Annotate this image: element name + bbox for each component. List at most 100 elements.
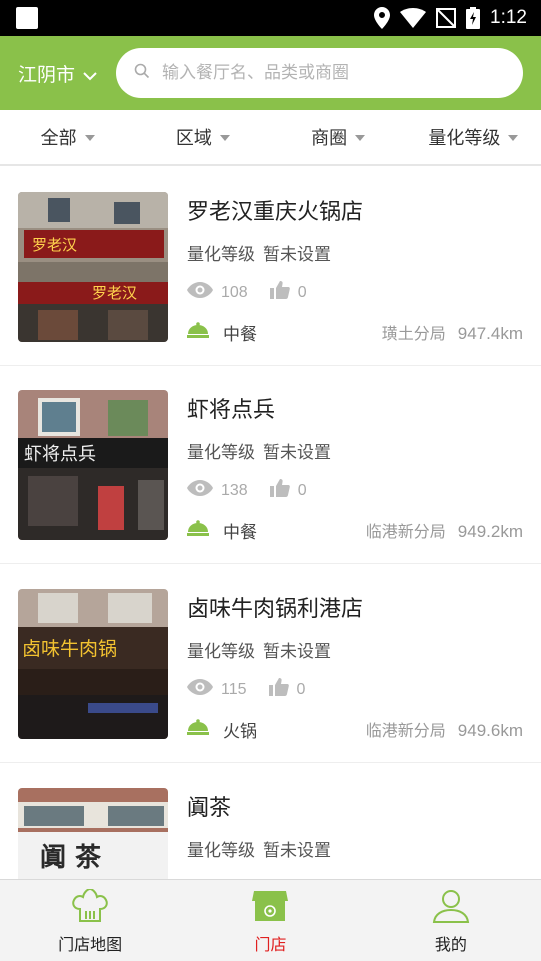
no-signal-icon (436, 8, 457, 28)
dropdown-triangle-icon (355, 135, 366, 141)
grade-value: 暂未设置 (263, 642, 331, 662)
store-grade: 量化等级 暂未设置 (187, 438, 339, 463)
store-location: 璜土分局 947.4km (382, 320, 523, 344)
tab-label: 门店地图 (58, 935, 123, 954)
store-grade: 量化等级 暂未设置 (187, 836, 339, 861)
category-label: 中餐 (223, 523, 257, 543)
city-selector[interactable]: 江阴市 (18, 60, 97, 87)
store-name: 阗茶 (187, 796, 232, 821)
filter-label: 商圈 (311, 128, 348, 149)
store-name: 卤味牛肉锅利港店 (187, 597, 364, 622)
store-stats: 115 0 (187, 678, 327, 701)
store-category: 火锅 (187, 717, 257, 742)
tab-label: 我的 (434, 935, 467, 954)
store-sign-text: 虾将点兵 (24, 444, 96, 465)
category-label: 火锅 (223, 722, 257, 742)
tab-store-map[interactable]: 门店地图 (0, 880, 180, 961)
chevron-down-icon (83, 64, 97, 86)
filter-label: 量化等级 (428, 128, 501, 149)
cloche-icon (187, 520, 209, 541)
bureau-label: 临港新分局 (365, 721, 446, 740)
thumbs-up-icon (268, 678, 289, 701)
cloche-icon (187, 322, 209, 343)
like-count: 0 (297, 481, 307, 499)
grade-value: 暂未设置 (263, 841, 331, 861)
search-icon (134, 63, 150, 83)
store-photo: 罗老汉 罗老汉 (18, 192, 168, 342)
status-bar: 1:12 (0, 0, 541, 36)
store-category: 中餐 (187, 320, 257, 345)
grade-label: 量化等级 (187, 443, 255, 463)
dropdown-triangle-icon (219, 135, 230, 141)
store-sign-text: 罗老汉 (92, 284, 137, 302)
notification-icon (16, 7, 38, 29)
eye-icon (187, 679, 213, 700)
distance-label: 949.2km (457, 522, 523, 541)
store-photo: 虾将点兵 (18, 390, 168, 540)
store-location: 临港新分局 949.6km (366, 717, 523, 741)
store-photo: 阗 茶 (18, 788, 168, 879)
grade-label: 量化等级 (187, 841, 255, 861)
bottom-tab-bar: 门店地图 门店 我的 (0, 879, 541, 961)
filter-label: 区域 (175, 128, 212, 149)
store-item[interactable]: 卤味牛肉锅 卤味牛肉锅利港店 量化等级 暂未设置 115 0 火锅 临港新分局 94… (0, 565, 541, 763)
dropdown-triangle-icon (508, 135, 519, 141)
category-label: 中餐 (223, 325, 257, 345)
city-label: 江阴市 (18, 64, 76, 86)
bureau-label: 临港新分局 (365, 522, 446, 541)
search-box[interactable] (116, 48, 523, 98)
filter-label: 全部 (40, 128, 77, 149)
eye-icon (187, 480, 213, 501)
store-sign-text: 罗老汉 (32, 236, 77, 254)
store-stats: 108 0 (187, 281, 329, 304)
tab-profile[interactable]: 我的 (361, 880, 541, 961)
header: 江阴市 (0, 36, 541, 110)
store-photo: 卤味牛肉锅 (18, 589, 168, 739)
clock: 1:12 (490, 7, 527, 28)
chef-hat-icon (71, 887, 109, 927)
store-sign-text: 卤味牛肉锅 (22, 638, 117, 660)
filter-area[interactable]: 区域 (135, 110, 270, 164)
store-location: 临港新分局 949.2km (366, 518, 523, 542)
eye-icon (187, 282, 213, 303)
store-sign-text: 阗 茶 (40, 843, 102, 873)
cloche-icon (187, 719, 209, 740)
store-name: 罗老汉重庆火锅店 (187, 200, 364, 225)
store-item[interactable]: 虾将点兵 虾将点兵 量化等级 暂未设置 138 0 中餐 临港新分局 949.2km (0, 366, 541, 564)
filter-all[interactable]: 全部 (0, 110, 135, 164)
store-grade: 量化等级 暂未设置 (187, 637, 339, 662)
filter-bar: 全部 区域 商圈 量化等级 (0, 110, 541, 166)
location-icon (374, 7, 391, 29)
grade-value: 暂未设置 (263, 245, 331, 265)
store-name: 虾将点兵 (187, 398, 276, 423)
wifi-icon (400, 8, 427, 28)
tab-label: 门店 (254, 935, 287, 954)
filter-business-district[interactable]: 商圈 (271, 110, 406, 164)
grade-value: 暂未设置 (263, 443, 331, 463)
tab-stores[interactable]: 门店 (180, 880, 360, 961)
filter-grade[interactable]: 量化等级 (406, 110, 541, 164)
like-count: 0 (297, 283, 307, 301)
user-icon (432, 889, 470, 927)
view-count: 138 (221, 481, 248, 499)
store-grade: 量化等级 暂未设置 (187, 240, 339, 265)
battery-charging-icon (466, 7, 481, 29)
store-list[interactable]: 罗老汉 罗老汉 罗老汉重庆火锅店 量化等级 暂未设置 108 0 中餐 璜土分局 9… (0, 168, 541, 879)
thumbs-up-icon (269, 479, 290, 502)
view-count: 108 (221, 283, 248, 301)
store-item[interactable]: 罗老汉 罗老汉 罗老汉重庆火锅店 量化等级 暂未设置 108 0 中餐 璜土分局 9… (0, 168, 541, 366)
dropdown-triangle-icon (84, 135, 95, 141)
grade-label: 量化等级 (187, 245, 255, 265)
like-count: 0 (296, 680, 306, 698)
distance-label: 949.6km (457, 721, 523, 740)
grade-label: 量化等级 (187, 642, 255, 662)
view-count: 115 (221, 680, 247, 698)
bureau-label: 璜土分局 (381, 324, 446, 343)
thumbs-up-icon (269, 281, 290, 304)
store-item[interactable]: 阗 茶 阗茶 量化等级 暂未设置 (0, 764, 541, 879)
distance-label: 947.4km (457, 324, 523, 343)
store-category: 中餐 (187, 518, 257, 543)
store-stats: 138 0 (187, 479, 329, 502)
search-input[interactable] (162, 63, 492, 83)
storefront-icon (252, 889, 289, 927)
